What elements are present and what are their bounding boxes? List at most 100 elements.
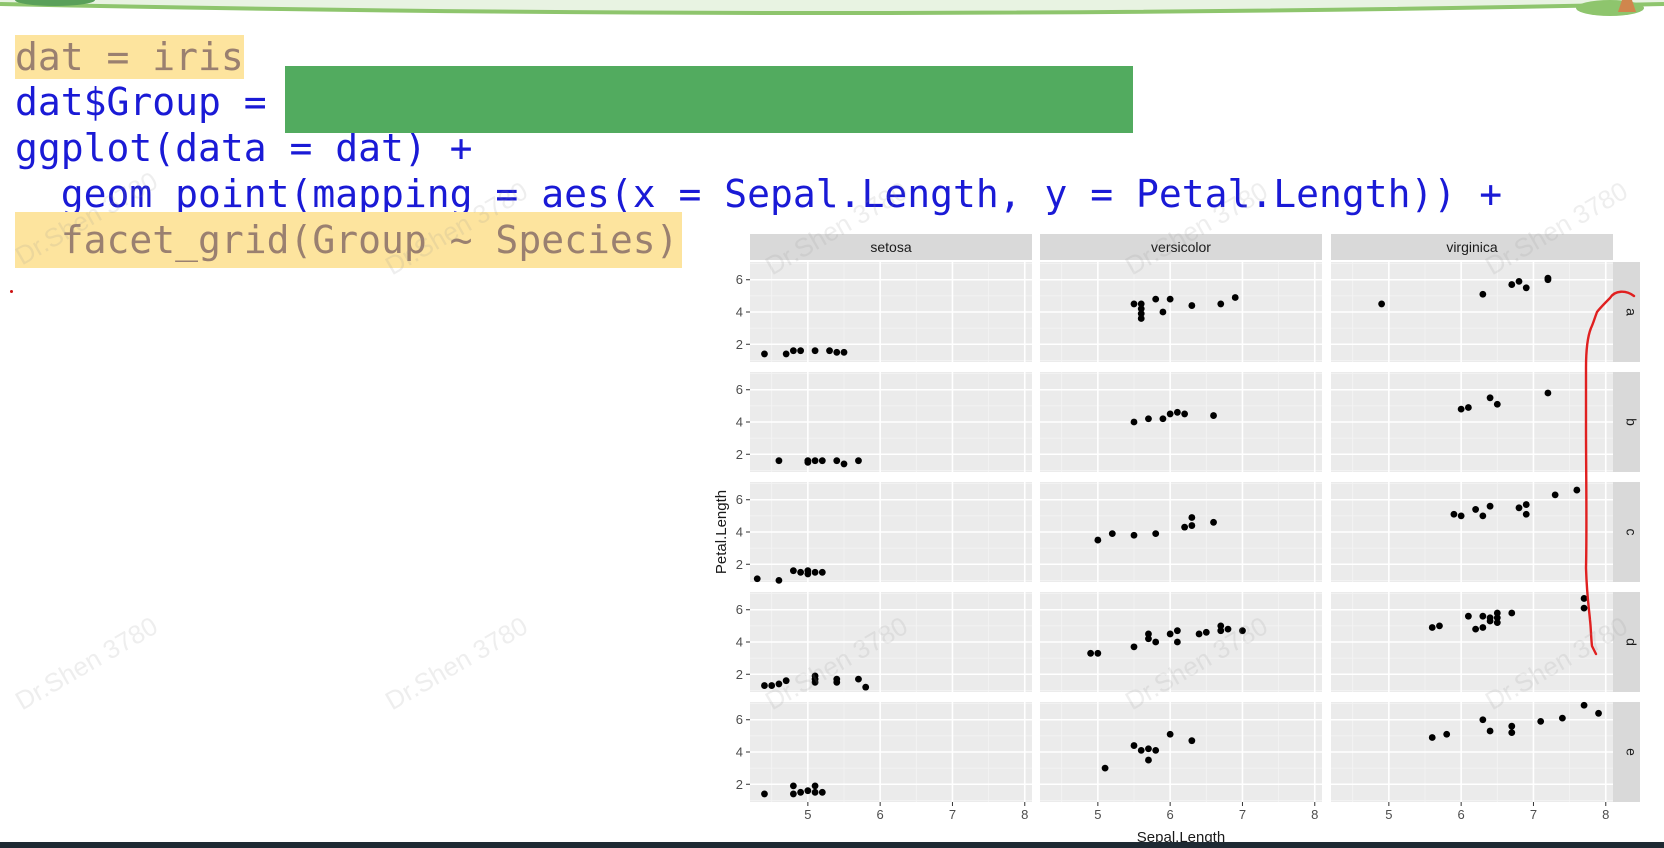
- point-e-setosa-4: [804, 787, 812, 795]
- point-b-setosa-5: [833, 457, 841, 465]
- y-tick-label: 6: [736, 712, 743, 727]
- point-c-setosa-0: [753, 575, 761, 583]
- point-d-setosa-10: [862, 683, 870, 691]
- code-line-4: geom_point(mapping = aes(x = Sepal.Lengt…: [15, 172, 1503, 216]
- x-tick-label: 6: [1458, 807, 1465, 822]
- point-b-versicolor-0: [1130, 418, 1138, 426]
- point-a-versicolor-9: [1217, 300, 1225, 308]
- point-b-virginica-1: [1464, 404, 1472, 411]
- point-d-versicolor-9: [1195, 630, 1203, 638]
- point-c-versicolor-0: [1094, 536, 1102, 544]
- point-e-virginica-7: [1558, 714, 1566, 722]
- point-e-setosa-2: [789, 782, 797, 790]
- point-a-versicolor-10: [1231, 294, 1239, 301]
- x-tick-label: 5: [1385, 807, 1392, 822]
- point-a-virginica-0: [1378, 300, 1386, 308]
- code-line-2: dat$Group =: [15, 80, 290, 124]
- x-tick-label: 6: [877, 807, 884, 822]
- point-e-virginica-8: [1580, 701, 1588, 709]
- point-d-setosa-2: [775, 680, 783, 688]
- point-e-setosa-1: [789, 790, 797, 798]
- point-d-versicolor-10: [1202, 628, 1210, 636]
- redaction-box: [285, 66, 1133, 133]
- point-b-versicolor-4: [1173, 408, 1181, 416]
- point-d-setosa-3: [782, 677, 790, 685]
- point-d-versicolor-7: [1173, 638, 1181, 646]
- y-tick-label: 4: [736, 525, 743, 540]
- facet-strip-label-e: e: [1624, 748, 1640, 756]
- point-b-virginica-4: [1544, 389, 1552, 397]
- point-e-versicolor-7: [1188, 737, 1196, 745]
- point-b-versicolor-1: [1145, 415, 1152, 423]
- point-c-virginica-0: [1450, 510, 1458, 518]
- point-c-setosa-1: [775, 576, 783, 584]
- point-d-versicolor-5: [1152, 638, 1160, 646]
- point-a-virginica-6: [1544, 276, 1552, 284]
- point-e-virginica-3: [1486, 727, 1494, 735]
- point-e-setosa-5: [811, 788, 819, 796]
- point-a-versicolor-4: [1137, 315, 1145, 322]
- point-b-setosa-6: [840, 460, 848, 468]
- point-b-versicolor-2: [1159, 415, 1167, 423]
- point-c-setosa-5: [804, 567, 812, 575]
- point-a-setosa-2: [789, 347, 797, 355]
- y-tick-label: 2: [736, 667, 743, 682]
- point-e-virginica-1: [1443, 730, 1451, 738]
- y-tick-label: 4: [736, 745, 743, 760]
- watermark: Dr.Shen 3780: [10, 610, 163, 716]
- point-d-versicolor-4: [1145, 630, 1152, 638]
- point-c-virginica-1: [1457, 512, 1465, 520]
- annotation-dot: [10, 290, 13, 293]
- point-a-setosa-1: [782, 350, 790, 358]
- y-tick-label: 2: [736, 557, 743, 572]
- point-c-virginica-2: [1472, 506, 1480, 513]
- point-d-versicolor-6: [1166, 630, 1174, 638]
- point-c-versicolor-2: [1130, 531, 1138, 539]
- point-d-setosa-8: [833, 675, 841, 683]
- point-c-versicolor-3: [1152, 530, 1160, 538]
- y-tick-label: 2: [736, 447, 743, 462]
- point-d-virginica-0: [1428, 624, 1436, 631]
- facet-strip-label-b: b: [1624, 418, 1640, 426]
- point-b-setosa-2: [804, 457, 812, 465]
- point-d-versicolor-14: [1239, 627, 1246, 635]
- point-c-setosa-3: [797, 568, 805, 576]
- point-e-virginica-9: [1595, 709, 1602, 717]
- point-a-setosa-5: [826, 347, 833, 355]
- point-a-setosa-7: [840, 348, 848, 356]
- point-e-setosa-7: [818, 788, 826, 796]
- facet-strip-label-d: d: [1624, 638, 1640, 646]
- point-c-setosa-2: [789, 567, 797, 575]
- point-c-versicolor-4: [1181, 523, 1189, 531]
- y-tick-label: 6: [736, 492, 743, 507]
- point-d-virginica-4: [1479, 624, 1487, 631]
- point-e-virginica-2: [1479, 716, 1487, 724]
- y-tick-label: 6: [736, 382, 743, 397]
- point-c-virginica-7: [1522, 510, 1530, 518]
- point-a-setosa-3: [797, 347, 805, 355]
- point-d-virginica-5: [1479, 612, 1487, 620]
- point-e-virginica-5: [1508, 722, 1516, 730]
- point-a-versicolor-6: [1159, 308, 1167, 316]
- point-b-virginica-0: [1457, 405, 1465, 413]
- facet-scatter-chart: setosa versicolor virginica a 2 4 6 b 2 4 6 c 2 4 6 d 2 4…: [713, 234, 1640, 846]
- point-d-virginica-11: [1508, 609, 1516, 617]
- point-c-virginica-9: [1573, 486, 1581, 494]
- point-b-setosa-7: [855, 457, 862, 465]
- point-e-versicolor-0: [1101, 764, 1109, 772]
- point-d-setosa-0: [761, 682, 768, 689]
- point-d-versicolor-13: [1224, 625, 1232, 633]
- point-b-versicolor-3: [1166, 410, 1174, 418]
- point-d-virginica-2: [1464, 612, 1472, 620]
- bottom-border: [0, 842, 1664, 848]
- point-a-virginica-1: [1479, 290, 1487, 298]
- point-c-versicolor-1: [1108, 530, 1116, 538]
- point-c-versicolor-5: [1188, 522, 1196, 529]
- point-a-versicolor-7: [1166, 295, 1174, 303]
- x-tick-label: 8: [1021, 807, 1028, 822]
- point-a-versicolor-0: [1130, 300, 1138, 308]
- y-axis-title: Petal.Length: [713, 490, 730, 574]
- x-tick-label: 5: [1094, 807, 1101, 822]
- point-c-virginica-5: [1515, 504, 1523, 512]
- facet-strip-label-setosa: setosa: [870, 239, 911, 255]
